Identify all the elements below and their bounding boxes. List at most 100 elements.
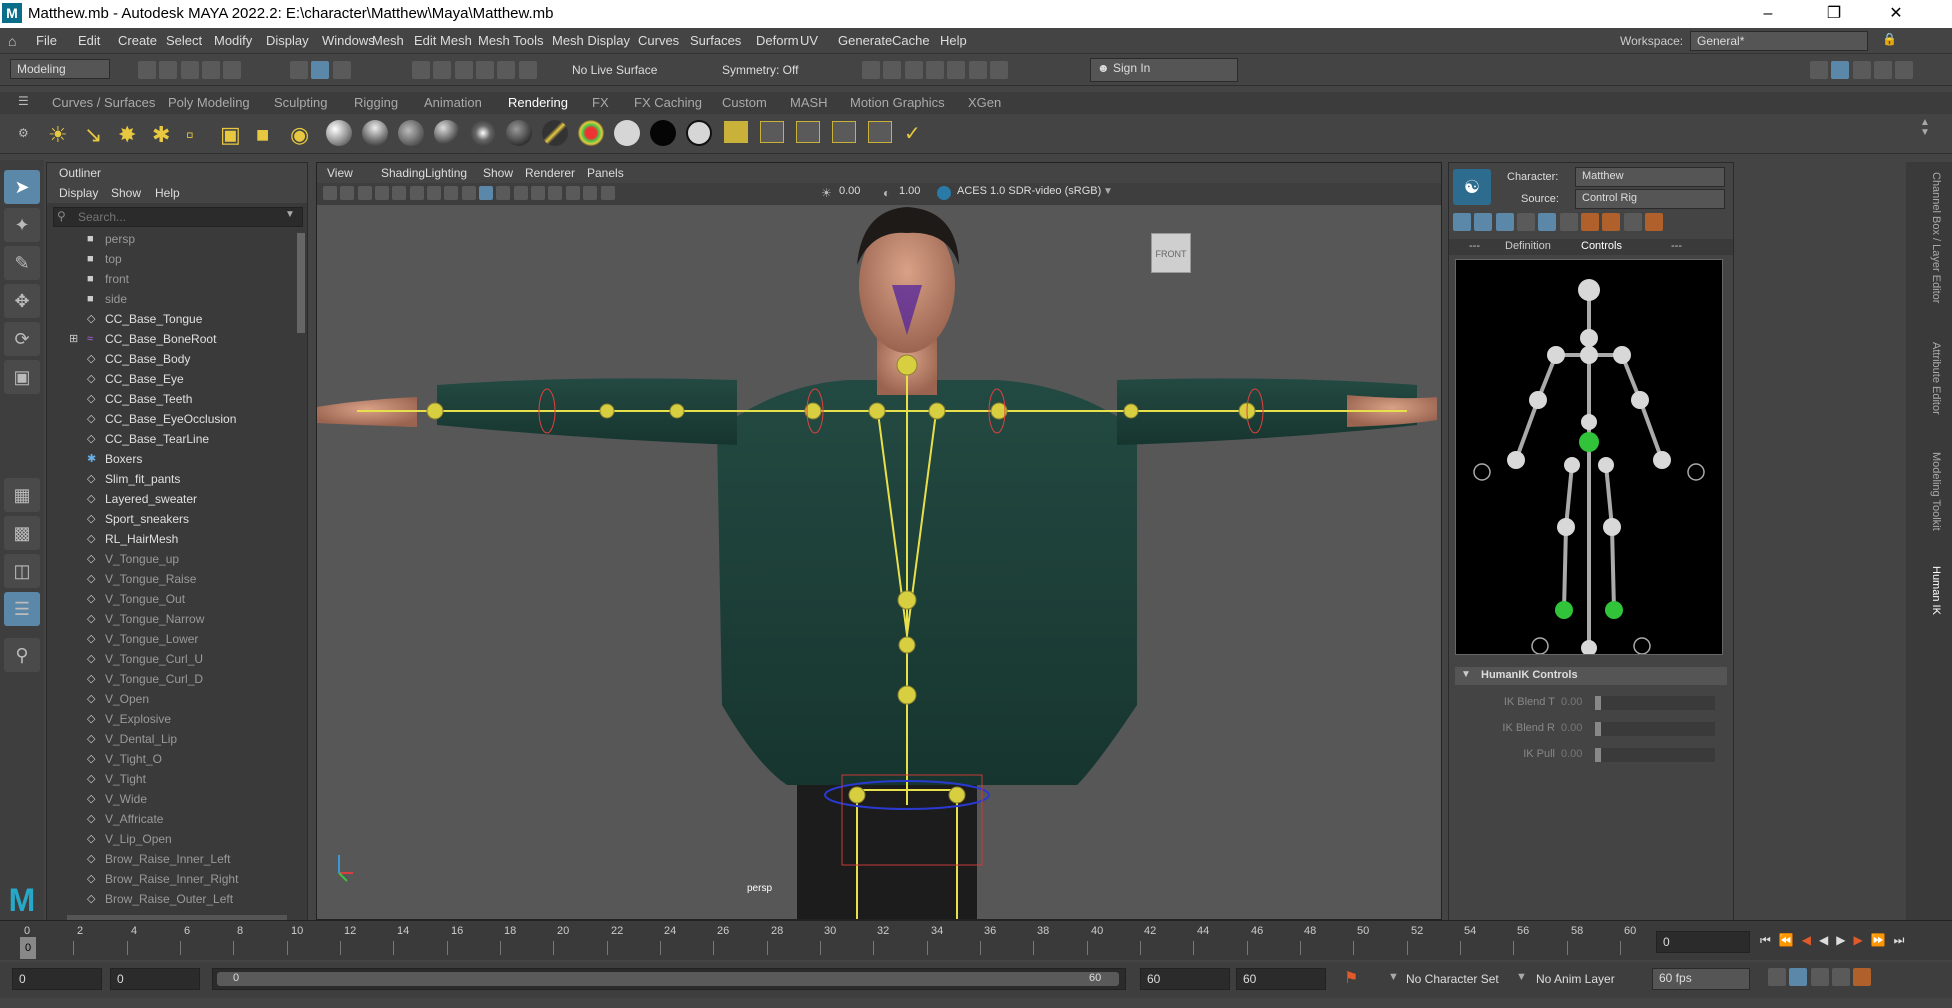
time-slider[interactable]: 0 2 4 6 8 10 12 14 16 18 20 22 24 26 28 30 32 34 36 38 40 42 4… (0, 920, 1952, 960)
menu-edit[interactable]: Edit (78, 33, 100, 48)
tab-channel-box[interactable]: Channel Box / Layer Editor (1930, 172, 1942, 303)
outliner-item[interactable]: ◇ V_Open (47, 689, 297, 709)
scale-tool-icon[interactable]: ▣ (4, 360, 40, 394)
ik-control-value[interactable]: 0.00 (1561, 722, 1582, 734)
shelf-tab-mash[interactable]: MASH (790, 95, 828, 110)
batch-render-icon[interactable] (868, 121, 892, 143)
workspace-select[interactable]: General* (1690, 31, 1868, 51)
prev-key-icon[interactable]: ◀ (1802, 933, 1819, 947)
next-key-icon[interactable]: ▶ (1853, 933, 1870, 947)
shelf-tab-animation[interactable]: Animation (424, 95, 482, 110)
rotate-tool-icon[interactable]: ⟳ (4, 322, 40, 356)
render-view-icon[interactable] (947, 61, 966, 79)
render-pass-icon[interactable] (832, 121, 856, 143)
shelf-scroll-icon[interactable]: ▲ ▼ (1920, 118, 1930, 138)
menu-create[interactable]: Create (118, 33, 157, 48)
four-pane-layout-icon[interactable]: ▩ (4, 516, 40, 550)
outliner-item[interactable]: ■ persp (47, 229, 297, 249)
pin-rotate-icon[interactable] (1538, 213, 1557, 231)
outliner-item[interactable]: ◇ V_Tongue_Narrow (47, 609, 297, 629)
tab-human-ik[interactable]: Human IK (1930, 566, 1942, 615)
step-back-key-icon[interactable]: ⏪ (1779, 933, 1802, 947)
move-tool-icon[interactable]: ✥ (4, 284, 40, 318)
shelf-tab-rendering[interactable]: Rendering (508, 95, 568, 110)
select-tool-icon[interactable]: ➤ (4, 170, 40, 204)
xray-joints-icon[interactable] (600, 186, 615, 200)
select-hierarchy-icon[interactable] (290, 61, 308, 79)
outliner-item[interactable]: ◇ RL_HairMesh (47, 529, 297, 549)
outliner-item[interactable]: ◇ V_Explosive (47, 709, 297, 729)
outliner-layout-icon[interactable]: ☰ (4, 592, 40, 626)
outliner-item[interactable]: ◇ CC_Base_Eye (47, 369, 297, 389)
outliner-item[interactable]: ■ side (47, 289, 297, 309)
menu-help[interactable]: Help (940, 33, 967, 48)
outliner-item[interactable]: ◇ V_Lip_Open (47, 829, 297, 849)
snap-surface-icon[interactable] (497, 61, 516, 79)
pin-translate-icon[interactable] (1517, 213, 1536, 231)
hypershade-icon[interactable] (926, 61, 945, 79)
go-to-end-icon[interactable]: ⏭ (1894, 933, 1913, 947)
outliner-item[interactable]: ◇ V_Tongue_up (47, 549, 297, 569)
menu-mesh[interactable]: Mesh (372, 33, 404, 48)
character-set-select[interactable]: No Character Set (1406, 972, 1499, 986)
character-select[interactable]: Matthew (1575, 167, 1725, 187)
menu-modify[interactable]: Modify (214, 33, 252, 48)
textured-icon[interactable] (496, 186, 511, 200)
outliner-menu-show[interactable]: Show (111, 186, 141, 200)
anim-prefs-icon[interactable] (1853, 968, 1872, 986)
lights-icon[interactable] (513, 186, 528, 200)
anim-start-field[interactable]: 0 (110, 968, 200, 990)
range-slider[interactable]: 0 60 (212, 968, 1126, 990)
shelf-tab-curves-surfaces[interactable]: Curves / Surfaces (52, 95, 155, 110)
range-slider-handle[interactable] (217, 972, 1119, 986)
shelf-tab-sculpting[interactable]: Sculpting (274, 95, 327, 110)
bookmark-icon[interactable] (357, 186, 372, 200)
lasso-tool-icon[interactable]: ✦ (4, 208, 40, 242)
snap-view-icon[interactable] (476, 61, 495, 79)
outliner-item[interactable]: ◇ Sport_sneakers (47, 509, 297, 529)
tab-definition[interactable]: Definition (1505, 240, 1551, 252)
body-part-icon[interactable] (1474, 213, 1493, 231)
anisotropic-material-icon[interactable] (470, 120, 496, 146)
outliner-item[interactable]: ◇ V_Tongue_Curl_D (47, 669, 297, 689)
selection-icon[interactable] (1495, 213, 1514, 231)
lock-icon[interactable]: 🔒 (1882, 32, 1897, 46)
vp-menu-renderer[interactable]: Renderer (525, 166, 575, 180)
minimize-icon[interactable]: – (1740, 0, 1796, 28)
select-component-icon[interactable] (332, 61, 351, 79)
two-pane-layout-icon[interactable]: ◫ (4, 554, 40, 588)
outliner-menu-display[interactable]: Display (59, 186, 98, 200)
redo-icon[interactable] (223, 61, 242, 79)
go-to-start-icon[interactable]: ⏮ (1760, 933, 1779, 947)
modeling-toolkit-icon[interactable] (1810, 61, 1828, 79)
use-background-icon[interactable] (686, 120, 712, 146)
outliner-item[interactable]: ■ front (47, 269, 297, 289)
open-scene-icon[interactable] (159, 61, 178, 79)
phong-material-icon[interactable] (398, 120, 424, 146)
menu-mesh-tools[interactable]: Mesh Tools (478, 33, 544, 48)
render-editor-icon[interactable] (724, 121, 748, 143)
shelf-menu-icon[interactable]: ☰ (18, 94, 29, 108)
menu-file[interactable]: File (36, 33, 57, 48)
undo-icon[interactable] (202, 61, 221, 79)
exposure-field[interactable]: 0.00 (839, 185, 860, 197)
menu-set-select[interactable]: Modeling (10, 59, 110, 79)
ik-slider-handle[interactable] (1595, 696, 1601, 710)
render-settings-shelf-icon[interactable]: ✓ (904, 121, 928, 145)
outliner-item[interactable]: ◇ Slim_fit_pants (47, 469, 297, 489)
point-light-icon[interactable]: ✸ (118, 122, 136, 148)
select-camera-icon[interactable] (323, 186, 337, 200)
outliner-item[interactable]: ■ top (47, 249, 297, 269)
snap-grid-icon[interactable] (412, 61, 430, 79)
outliner-menu-help[interactable]: Help (155, 186, 180, 200)
scene-end-field[interactable]: 60 (1236, 968, 1326, 990)
paint-select-tool-icon[interactable]: ✎ (4, 246, 40, 280)
resolution-gate-icon[interactable] (427, 186, 442, 200)
outliner-item[interactable]: ◇ V_Tongue_Out (47, 589, 297, 609)
outliner-item[interactable]: ◇ Layered_sweater (47, 489, 297, 509)
surface-shader-black-icon[interactable] (650, 120, 676, 146)
menu-display[interactable]: Display (266, 33, 309, 48)
shadows-icon[interactable] (531, 186, 546, 200)
safe-action-icon[interactable] (444, 186, 459, 200)
ik-control-slider[interactable] (1595, 696, 1715, 710)
